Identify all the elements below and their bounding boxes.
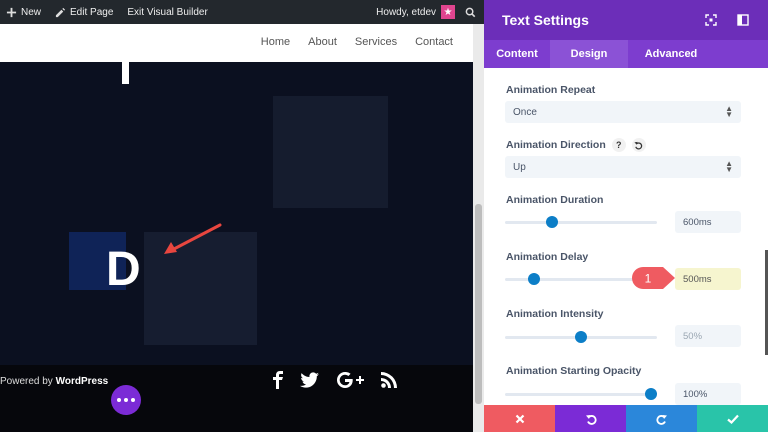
panel-footer — [484, 405, 768, 432]
admin-new[interactable]: New — [6, 7, 41, 18]
main-nav: Home About Services Contact — [261, 36, 453, 48]
facebook-icon[interactable] — [272, 371, 284, 389]
reset-icon[interactable] — [631, 138, 646, 152]
delay-input[interactable]: 500ms — [675, 268, 741, 290]
rss-icon[interactable] — [381, 372, 397, 388]
sidebar-toggle-icon[interactable] — [736, 13, 750, 27]
panel-header: Text Settings — [484, 0, 768, 40]
wordpress-link[interactable]: WordPress — [56, 376, 109, 387]
field-label-direction: Animation Direction ? — [506, 138, 646, 152]
panel-tabs: Content Design Advanced — [484, 40, 768, 68]
direction-select[interactable]: Up ▲ ▼ — [505, 156, 741, 178]
callout-marker: 1 — [632, 267, 675, 289]
undo-icon — [585, 414, 597, 425]
decor-square — [273, 96, 388, 208]
duration-slider[interactable] — [505, 216, 657, 228]
field-label-duration: Animation Duration — [506, 194, 604, 206]
admin-account[interactable]: Howdy, etdev ★ — [376, 5, 455, 19]
nav-about[interactable]: About — [308, 36, 337, 48]
duration-input[interactable]: 600ms — [675, 211, 741, 233]
preview-scrollbar-thumb[interactable] — [475, 204, 482, 404]
redo-icon — [655, 414, 667, 425]
nav-home[interactable]: Home — [261, 36, 290, 48]
app-root: New Edit Page Exit Visual Builder Howdy,… — [0, 0, 768, 432]
select-arrows-icon: ▲ ▼ — [725, 159, 733, 174]
opacity-slider-knob[interactable] — [644, 388, 657, 400]
twitter-icon[interactable] — [300, 372, 319, 388]
admin-exit-builder[interactable]: Exit Visual Builder — [127, 7, 207, 18]
admin-edit-page[interactable]: Edit Page — [55, 7, 113, 18]
site-footer: Powered by WordPress — [0, 365, 473, 432]
tab-content[interactable]: Content — [484, 40, 550, 68]
nav-services[interactable]: Services — [355, 36, 397, 48]
discard-button[interactable] — [484, 405, 555, 432]
panel-body: Animation Repeat Once ▲ ▼ Animation Direc… — [484, 68, 768, 405]
opacity-input[interactable]: 100% — [675, 383, 741, 405]
help-icon[interactable]: ? — [611, 138, 626, 152]
page-preview: New Edit Page Exit Visual Builder Howdy,… — [0, 0, 484, 432]
builder-menu-button[interactable] — [111, 385, 141, 415]
google-plus-icon[interactable] — [335, 372, 365, 388]
admin-new-label: New — [21, 6, 42, 18]
undo-button[interactable] — [555, 405, 626, 432]
field-label-delay: Animation Delay — [506, 251, 589, 263]
save-button[interactable] — [697, 405, 768, 432]
preview-scrollbar[interactable] — [473, 24, 484, 432]
pencil-icon — [55, 7, 66, 17]
close-icon — [515, 414, 524, 423]
callout-number: 1 — [645, 272, 652, 286]
howdy-label: Howdy, etdev — [376, 6, 436, 18]
powered-by: Powered by WordPress — [0, 376, 109, 387]
repeat-select[interactable]: Once ▲ ▼ — [505, 101, 741, 123]
wp-admin-bar: New Edit Page Exit Visual Builder Howdy,… — [0, 0, 484, 24]
arrow-annotation-icon — [164, 223, 222, 254]
nav-contact[interactable]: Contact — [415, 36, 453, 48]
field-label-opacity: Animation Starting Opacity — [506, 365, 642, 377]
delay-slider-knob[interactable] — [527, 273, 540, 285]
plus-icon — [6, 7, 17, 17]
opacity-slider[interactable] — [505, 388, 657, 400]
admin-edit-label: Edit Page — [70, 6, 114, 18]
duration-slider-knob[interactable] — [546, 216, 559, 228]
fullscreen-icon[interactable] — [704, 13, 718, 27]
admin-search[interactable] — [465, 7, 476, 18]
redo-button[interactable] — [626, 405, 697, 432]
site-header: Home About Services Contact — [0, 24, 473, 62]
intensity-slider-knob[interactable] — [575, 331, 587, 343]
intensity-slider[interactable] — [505, 331, 657, 343]
admin-exit-label: Exit Visual Builder — [127, 6, 208, 18]
field-label-repeat: Animation Repeat — [506, 84, 596, 96]
text-cursor-mark — [122, 62, 129, 84]
settings-panel: Text Settings Content Design Advanced An… — [484, 0, 768, 432]
search-icon — [465, 7, 476, 17]
social-links — [272, 371, 397, 389]
intensity-input[interactable]: 50% — [675, 325, 741, 347]
checkmark-icon — [726, 414, 739, 424]
field-label-intensity: Animation Intensity — [506, 308, 604, 320]
panel-title: Text Settings — [502, 12, 589, 28]
hero-letter[interactable]: D — [106, 246, 141, 294]
tab-advanced[interactable]: Advanced — [628, 40, 714, 68]
select-arrows-icon: ▲ ▼ — [725, 104, 733, 119]
tab-design[interactable]: Design — [550, 40, 628, 68]
avatar: ★ — [441, 5, 455, 19]
